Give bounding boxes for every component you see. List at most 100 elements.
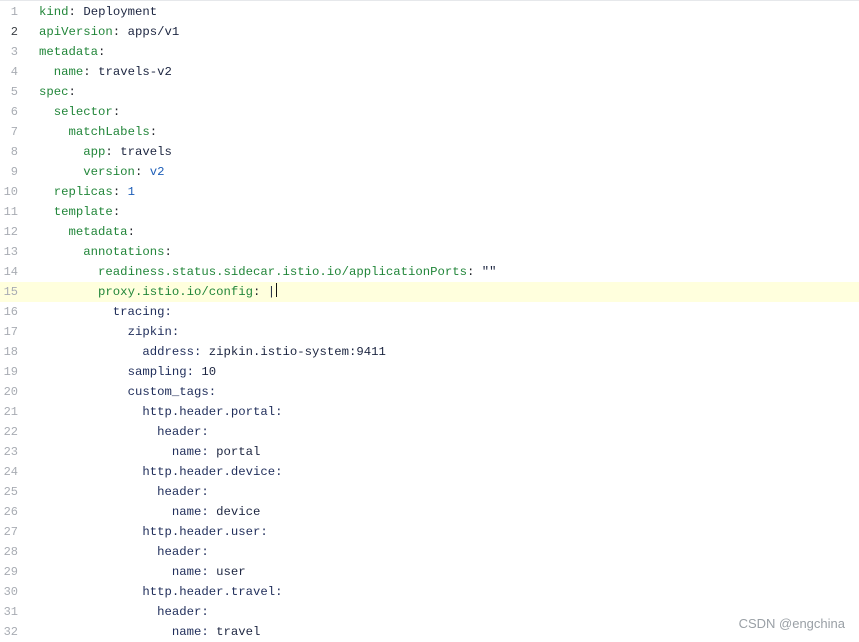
code-line[interactable]: 24 http.header.device:: [0, 462, 859, 482]
yaml-colon: :: [253, 285, 261, 299]
line-number: 14: [3, 265, 18, 279]
code-line[interactable]: 26 name: device: [0, 502, 859, 522]
yaml-value: zipkin.istio-system:9411: [208, 345, 386, 359]
code-text: app: travels: [39, 142, 172, 162]
code-text: selector:: [39, 102, 120, 122]
yaml-key: address: [142, 345, 194, 359]
code-line[interactable]: 20 custom_tags:: [0, 382, 859, 402]
code-line[interactable]: 31 header:: [0, 602, 859, 622]
code-line[interactable]: 2 apiVersion: apps/v1: [0, 22, 859, 42]
editor-top-border: [0, 0, 859, 1]
yaml-key: zipkin: [127, 325, 172, 339]
code-line[interactable]: 23 name: portal: [0, 442, 859, 462]
yaml-key: metadata: [39, 45, 99, 59]
code-line[interactable]: 11 template:: [0, 202, 859, 222]
line-number: 29: [3, 565, 18, 579]
code-line[interactable]: 16 tracing:: [0, 302, 859, 322]
line-number: 28: [3, 545, 18, 559]
yaml-colon: :: [112, 105, 121, 119]
code-text: header:: [39, 482, 209, 502]
code-line[interactable]: 15 proxy.istio.io/config: |: [0, 282, 859, 302]
yaml-colon: :: [112, 25, 121, 39]
code-line[interactable]: 1 kind: Deployment: [0, 2, 859, 22]
yaml-key: kind: [39, 5, 69, 19]
yaml-key: tracing: [112, 305, 165, 319]
yaml-value: travels: [120, 145, 172, 159]
line-number: 3: [10, 45, 18, 59]
yaml-value: travels-v2: [98, 65, 172, 79]
code-editor[interactable]: 1 kind: Deployment 2 apiVersion: apps/v1 3 me…: [0, 2, 859, 642]
code-line[interactable]: 4 name: travels-v2: [0, 62, 859, 82]
yaml-colon: :: [134, 165, 143, 179]
code-line[interactable]: 13 annotations:: [0, 242, 859, 262]
yaml-key: proxy.istio.io/config: [98, 285, 254, 299]
code-text: http.header.user:: [39, 522, 268, 542]
yaml-value: 10: [201, 365, 217, 379]
yaml-colon: :: [201, 425, 209, 439]
code-line[interactable]: 8 app: travels: [0, 142, 859, 162]
code-text: kind: Deployment: [39, 2, 157, 22]
yaml-value: Deployment: [83, 5, 158, 19]
code-text: header:: [39, 602, 209, 622]
code-line[interactable]: 7 matchLabels:: [0, 122, 859, 142]
yaml-key: http.header.device: [142, 465, 276, 479]
code-line[interactable]: 27 http.header.user:: [0, 522, 859, 542]
code-line[interactable]: 6 selector:: [0, 102, 859, 122]
yaml-colon: :: [112, 205, 121, 219]
code-line[interactable]: 32 name: travel: [0, 622, 859, 642]
code-line[interactable]: 29 name: user: [0, 562, 859, 582]
code-line[interactable]: 10 replicas: 1: [0, 182, 859, 202]
code-text: name: portal: [39, 442, 261, 462]
code-line[interactable]: 3 metadata:: [0, 42, 859, 62]
yaml-key: metadata: [68, 225, 128, 239]
code-line[interactable]: 25 header:: [0, 482, 859, 502]
code-line[interactable]: 17 zipkin:: [0, 322, 859, 342]
line-number: 10: [3, 185, 18, 199]
yaml-colon: :: [68, 5, 76, 19]
code-line[interactable]: 12 metadata:: [0, 222, 859, 242]
yaml-colon: :: [105, 145, 113, 159]
code-line[interactable]: 19 sampling: 10: [0, 362, 859, 382]
yaml-colon: :: [201, 605, 209, 619]
line-number: 15: [3, 285, 18, 299]
code-line[interactable]: 18 address: zipkin.istio-system:9411: [0, 342, 859, 362]
yaml-key: http.header.travel: [142, 585, 276, 599]
code-line[interactable]: 5 spec:: [0, 82, 859, 102]
yaml-key: http.header.portal: [142, 405, 276, 419]
yaml-colon: :: [112, 185, 121, 199]
yaml-key: sampling: [127, 365, 187, 379]
yaml-colon: :: [201, 505, 209, 519]
yaml-value: device: [216, 505, 261, 519]
line-number: 19: [3, 365, 18, 379]
code-line[interactable]: 9 version: v2: [0, 162, 859, 182]
yaml-colon: :: [193, 345, 202, 359]
yaml-colon: :: [83, 65, 91, 79]
code-text: tracing:: [39, 302, 172, 322]
yaml-colon: :: [260, 525, 268, 539]
code-line[interactable]: 28 header:: [0, 542, 859, 562]
yaml-colon: :: [98, 45, 106, 59]
yaml-key: name: [53, 65, 84, 79]
code-text: http.header.portal:: [39, 402, 282, 422]
code-line[interactable]: 22 header:: [0, 422, 859, 442]
yaml-key: version: [83, 165, 135, 179]
yaml-colon: :: [68, 85, 76, 99]
code-text: readiness.status.sidecar.istio.io/applic…: [39, 262, 497, 282]
code-line[interactable]: 21 http.header.portal:: [0, 402, 859, 422]
line-number: 4: [10, 65, 18, 79]
code-line[interactable]: 30 http.header.travel:: [0, 582, 859, 602]
code-line[interactable]: 14 readiness.status.sidecar.istio.io/app…: [0, 262, 859, 282]
watermark: CSDN @engchina: [738, 616, 845, 631]
line-number: 17: [3, 325, 18, 339]
